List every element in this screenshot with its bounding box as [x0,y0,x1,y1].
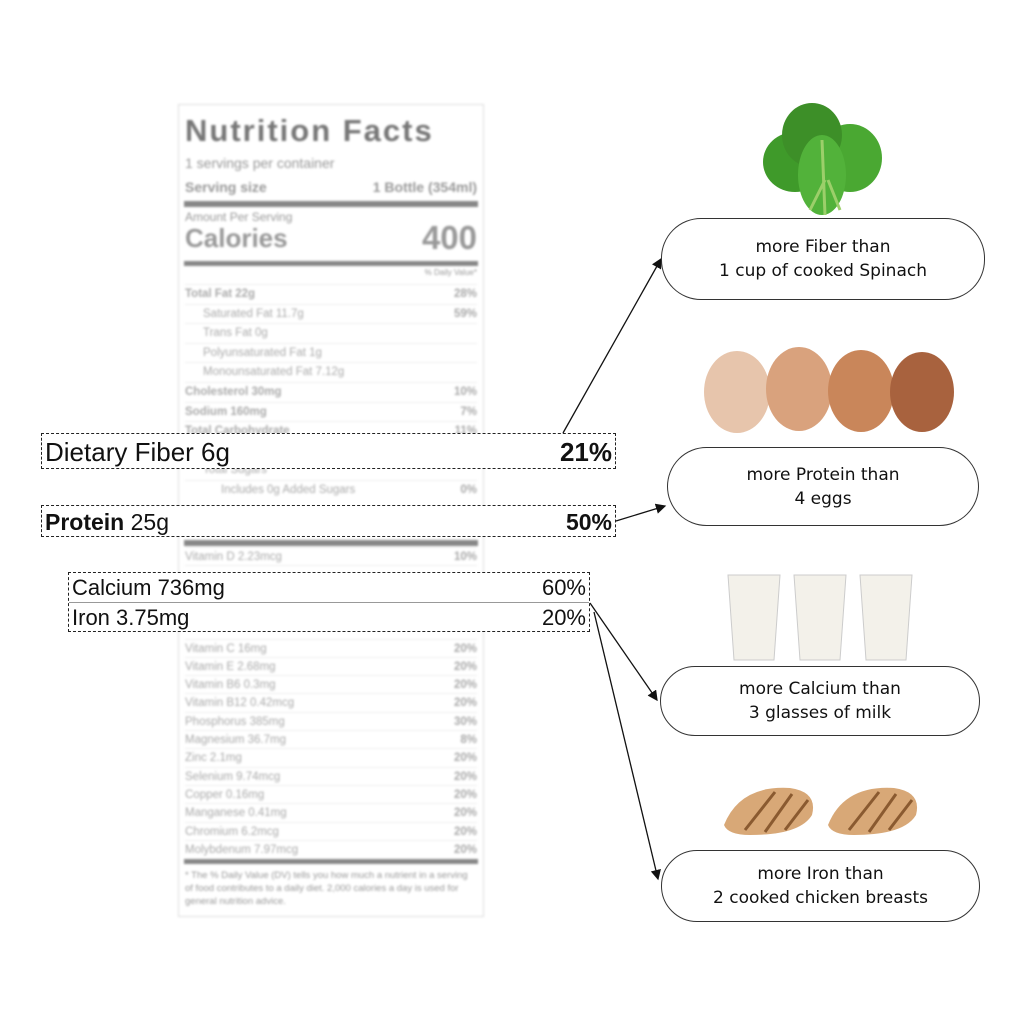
calcium-pct: 60% [541,575,586,600]
comparison-line1: more Iron than [757,864,884,884]
iron-label: Iron 3.75mg [72,605,190,630]
comparison-line2: 3 glasses of milk [748,703,892,723]
comparison-line2: 4 eggs [794,488,852,509]
fiber-highlight: Dietary Fiber 6g 21% [41,433,616,469]
comparison-line1: more Calcium than [739,679,901,699]
calcium-label: Calcium 736mg [72,575,225,600]
iron-pct: 20% [541,605,586,630]
protein-label-amount: 25g [124,509,169,535]
comparison-line2: 2 cooked chicken breasts [713,888,928,908]
infographic: Nutrition Facts 1 servings per container… [0,0,1024,1024]
comparison-line1: more Protein than [746,464,900,485]
comparison-eggs: more Protein than 4 eggs [667,447,979,526]
fiber-label: Dietary Fiber 6g [45,437,230,467]
protein-highlight: Protein 25g 50% [41,505,616,537]
fiber-pct: 21% [559,437,612,467]
comparison-spinach: more Fiber than 1 cup of cooked Spinach [661,218,985,300]
eggs-image [704,347,954,433]
calcium-arrow [589,602,658,702]
calcium-iron-highlight: Calcium 736mg 60% Iron 3.75mg 20% [68,572,590,632]
comparison-milk: more Calcium than 3 glasses of milk [660,666,980,736]
fiber-arrow [562,257,662,434]
milk-glasses-image [727,574,913,661]
comparison-line2: 1 cup of cooked Spinach [719,261,927,281]
comparison-chicken: more Iron than 2 cooked chicken breasts [661,850,980,922]
chicken-breasts-image [724,787,918,835]
spinach-image [763,103,882,216]
iron-arrow [593,611,661,881]
protein-label-bold: Protein [45,509,125,535]
comparison-line1: more Fiber than [755,237,891,257]
protein-pct: 50% [565,509,612,535]
protein-arrow [615,503,667,522]
